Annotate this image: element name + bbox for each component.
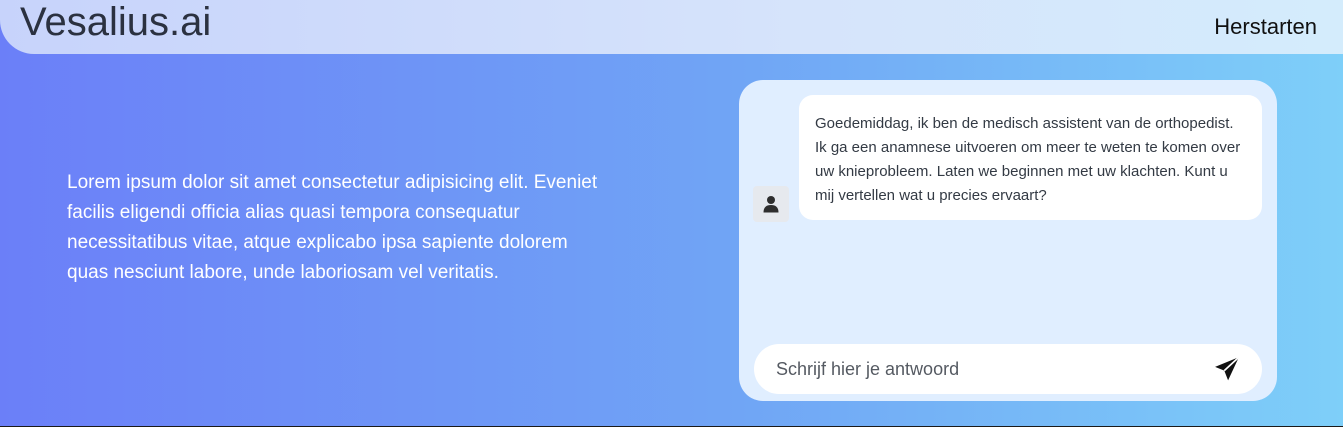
restart-button[interactable]: Herstarten xyxy=(1214,13,1317,41)
brand-logo[interactable]: Vesalius.ai xyxy=(20,0,211,46)
chat-panel: Goedemiddag, ik ben de medisch assistent… xyxy=(739,80,1277,401)
message-composer xyxy=(754,344,1262,394)
assistant-message: Goedemiddag, ik ben de medisch assistent… xyxy=(799,95,1262,220)
answer-input[interactable] xyxy=(776,344,1196,394)
assistant-avatar xyxy=(753,186,789,222)
page: Vesalius.ai Herstarten Lorem ipsum dolor… xyxy=(0,0,1343,427)
intro-text: Lorem ipsum dolor sit amet consectetur a… xyxy=(67,172,598,283)
user-icon xyxy=(763,196,779,213)
header: Vesalius.ai Herstarten xyxy=(0,0,1343,54)
send-icon[interactable] xyxy=(1214,356,1240,382)
